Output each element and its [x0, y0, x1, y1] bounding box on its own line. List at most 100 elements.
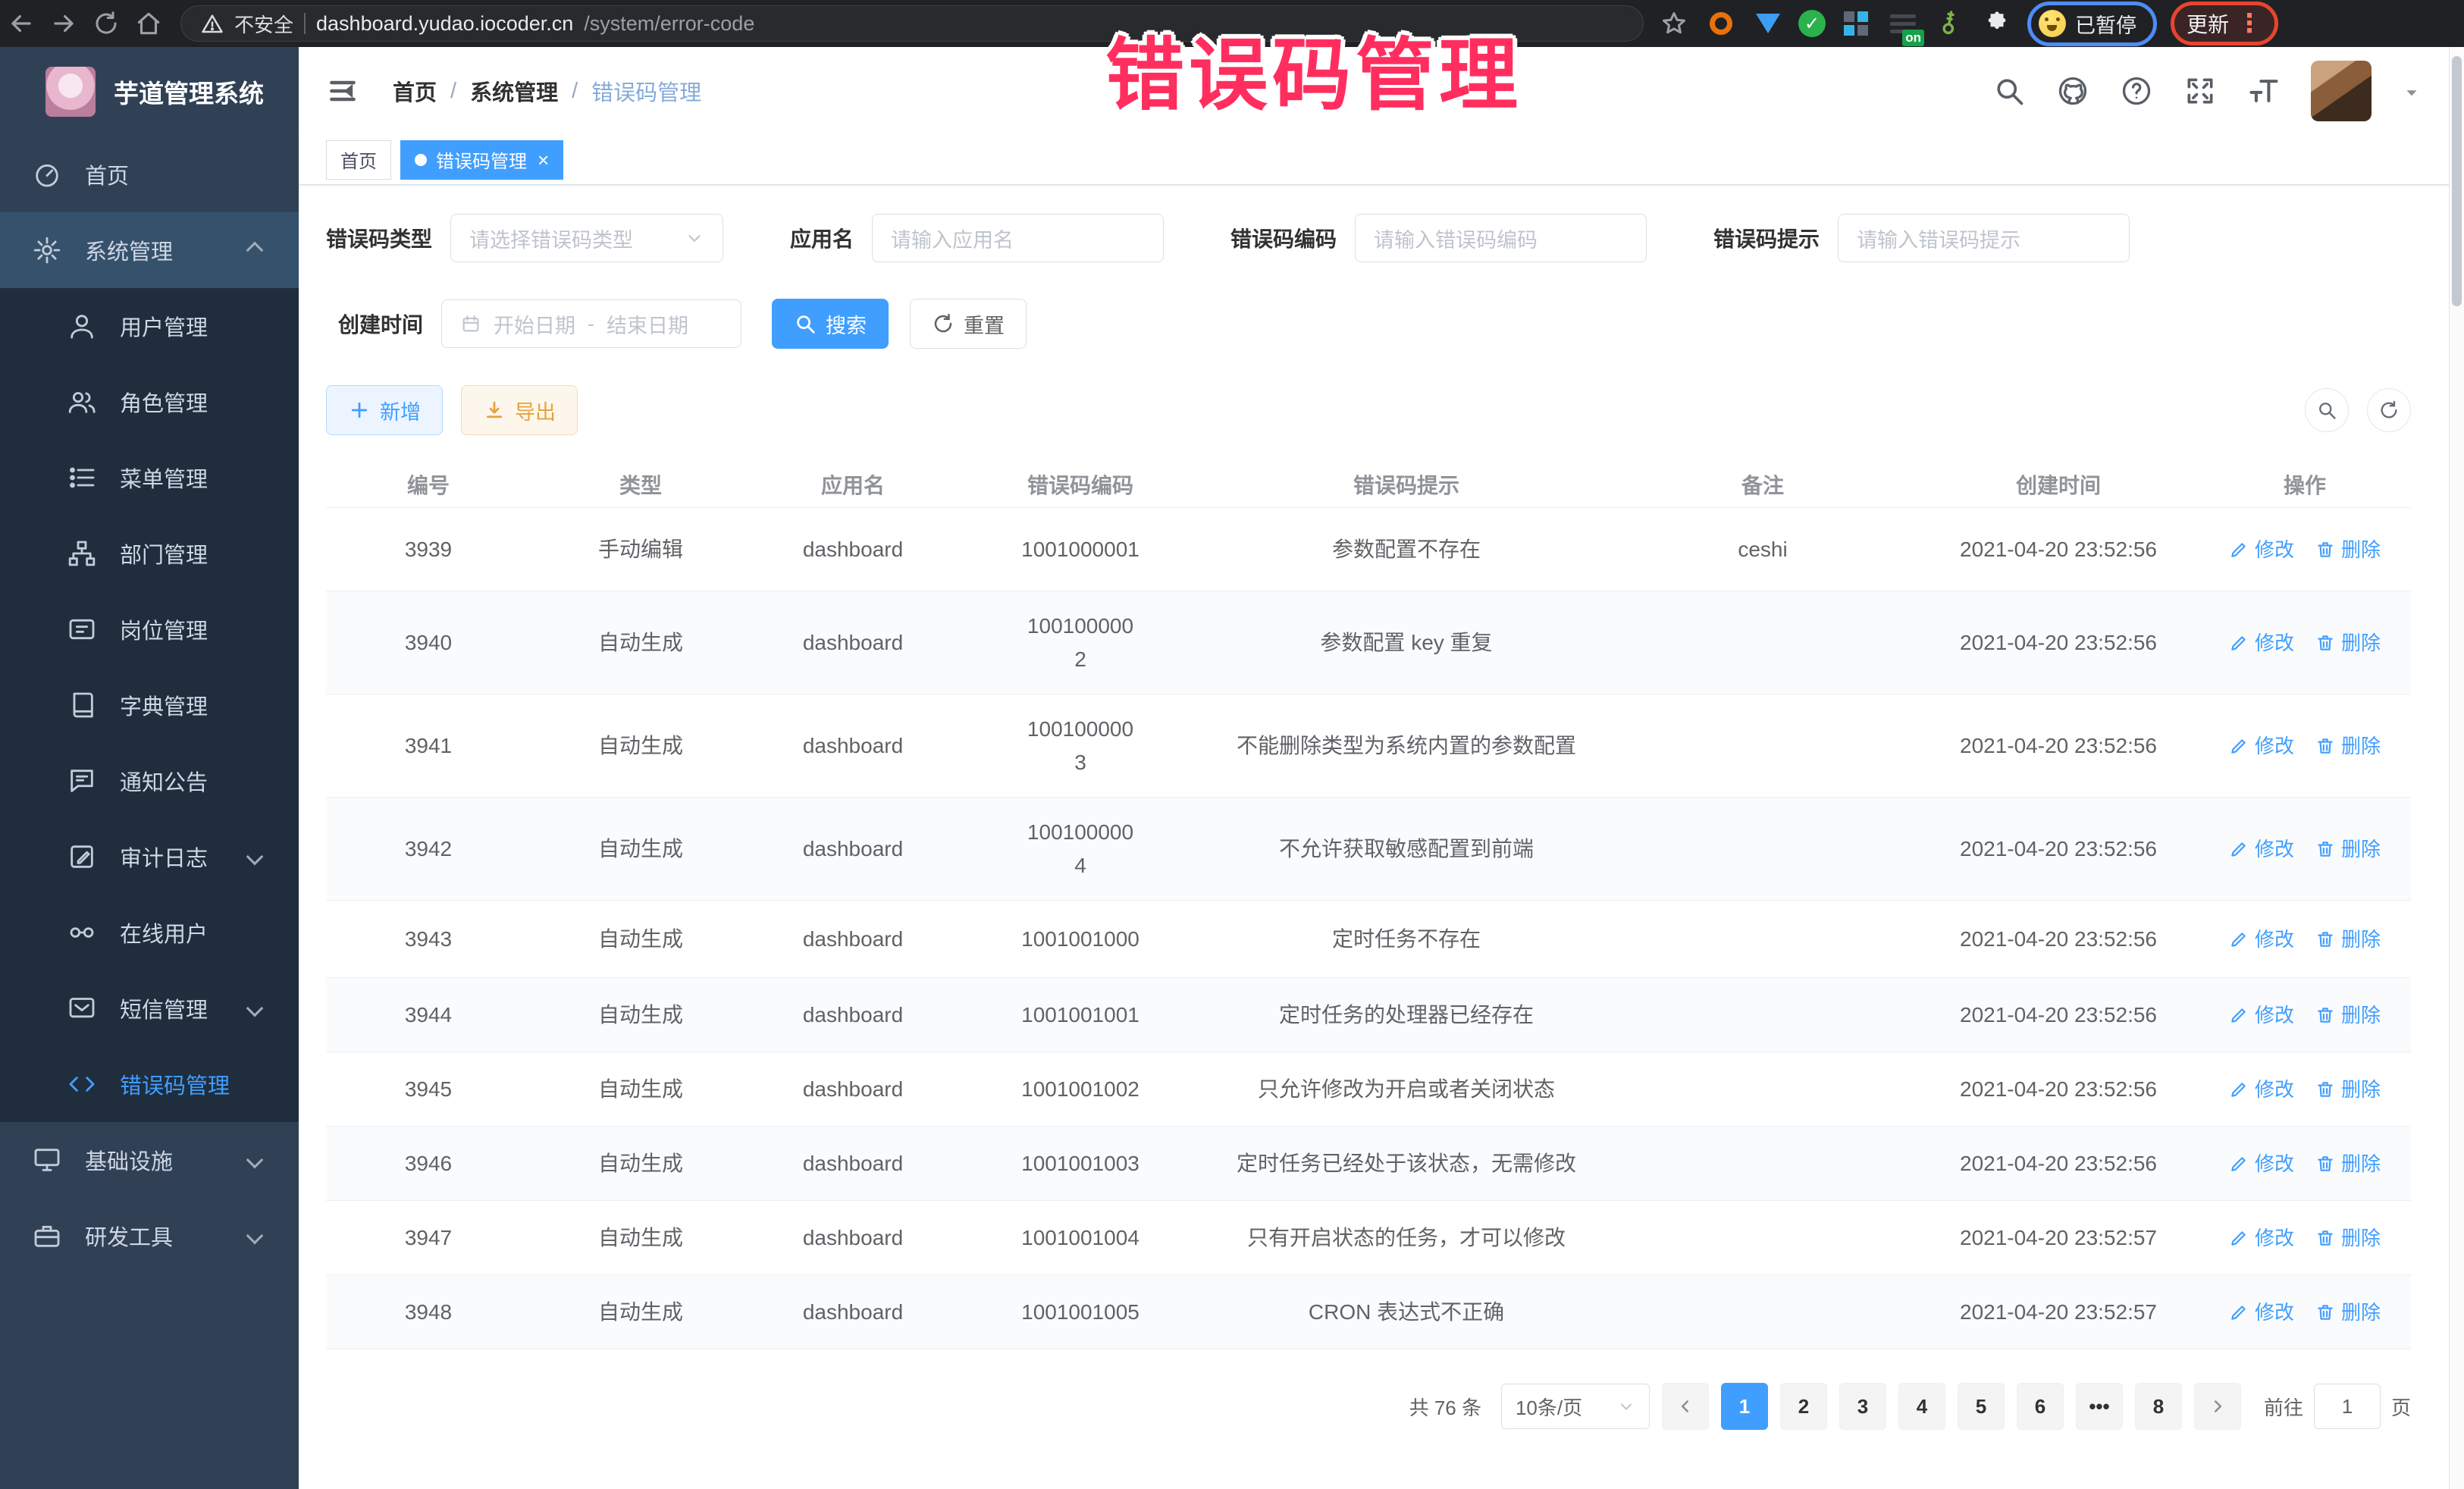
page-button-6[interactable]: 6: [2017, 1383, 2064, 1430]
sidebar-item-menu-list[interactable]: 菜单管理: [0, 440, 299, 516]
search-icon[interactable]: [1992, 74, 2026, 108]
page-button-5[interactable]: 5: [1958, 1383, 2005, 1430]
prev-page-button[interactable]: [1662, 1383, 1709, 1430]
page-button-4[interactable]: 4: [1898, 1383, 1945, 1430]
sidebar-item-sms[interactable]: 短信管理: [0, 970, 299, 1046]
table-row[interactable]: 3943自动生成dashboard1001001000定时任务不存在2021-0…: [326, 901, 2411, 978]
goto-page-input[interactable]: 1: [2314, 1384, 2381, 1429]
hamburger-icon[interactable]: [326, 74, 359, 108]
extension-key-icon[interactable]: [1926, 0, 1973, 46]
page-button-1[interactable]: 1: [1721, 1383, 1768, 1430]
date-range-picker[interactable]: 开始日期 - 结束日期: [441, 299, 741, 348]
github-icon[interactable]: [2056, 74, 2089, 108]
page-button-2[interactable]: 2: [1780, 1383, 1827, 1430]
page-button-3[interactable]: 3: [1839, 1383, 1886, 1430]
sidebar-item-dashboard[interactable]: 首页: [0, 136, 299, 212]
edit-link[interactable]: 修改: [2229, 1296, 2294, 1329]
table-row[interactable]: 3945自动生成dashboard1001001002只允许修改为开启或者关闭状…: [326, 1052, 2411, 1127]
table-row[interactable]: 3942自动生成dashboard1001000004不允许获取敏感配置到前端2…: [326, 798, 2411, 901]
browser-menu-icon[interactable]: ⋮: [2237, 11, 2262, 36]
delete-link[interactable]: 删除: [2315, 1073, 2381, 1106]
sidebar-item-roles[interactable]: 角色管理: [0, 364, 299, 440]
profile-paused-badge[interactable]: 已暂停: [2027, 2, 2157, 46]
error-hint-input[interactable]: 请输入错误码提示: [1838, 214, 2130, 262]
delete-link[interactable]: 删除: [2315, 1296, 2381, 1329]
sidebar-item-online-user[interactable]: 在线用户: [0, 895, 299, 970]
edit-link[interactable]: 修改: [2229, 923, 2294, 956]
refresh-table-button[interactable]: [2367, 388, 2411, 432]
extensions-puzzle-icon[interactable]: [1980, 7, 2014, 40]
scrollbar-thumb[interactable]: [2452, 56, 2462, 306]
page-ellipsis-button[interactable]: •••: [2076, 1383, 2123, 1430]
breadcrumb-item[interactable]: 系统管理: [470, 75, 558, 107]
delete-link[interactable]: 删除: [2315, 729, 2381, 763]
delete-link[interactable]: 删除: [2315, 832, 2381, 866]
delete-link[interactable]: 删除: [2315, 998, 2381, 1032]
search-button[interactable]: 搜索: [772, 299, 889, 349]
table-row[interactable]: 3941自动生成dashboard1001000003不能删除类型为系统内置的参…: [326, 694, 2411, 798]
extension-green-check-icon[interactable]: ✓: [1798, 10, 1826, 37]
sidebar-item-department[interactable]: 部门管理: [0, 516, 299, 591]
extension-orange-ring-icon[interactable]: [1704, 7, 1738, 40]
table-row[interactable]: 3947自动生成dashboard1001001004只有开启状态的任务，才可以…: [326, 1201, 2411, 1275]
toggle-search-button[interactable]: [2305, 388, 2349, 432]
next-page-button[interactable]: [2194, 1383, 2241, 1430]
sidebar-item-post[interactable]: 岗位管理: [0, 591, 299, 667]
edit-link[interactable]: 修改: [2229, 998, 2294, 1032]
app-name-input[interactable]: 请输入应用名: [872, 214, 1164, 262]
edit-link[interactable]: 修改: [2229, 1073, 2294, 1106]
extension-list-icon[interactable]: on: [1886, 7, 1920, 40]
font-size-icon[interactable]: [2247, 74, 2281, 108]
edit-link[interactable]: 修改: [2229, 626, 2294, 660]
delete-link[interactable]: 删除: [2315, 626, 2381, 660]
browser-scrollbar[interactable]: [2449, 47, 2464, 1489]
edit-link[interactable]: 修改: [2229, 1147, 2294, 1180]
sidebar-item-infrastructure[interactable]: 基础设施: [0, 1122, 299, 1198]
table-row[interactable]: 3946自动生成dashboard1001001003定时任务已经处于该状态，无…: [326, 1127, 2411, 1201]
edit-link[interactable]: 修改: [2229, 1221, 2294, 1255]
extension-gem-icon[interactable]: [1751, 7, 1785, 40]
table-row[interactable]: 3940自动生成dashboard1001000002参数配置 key 重复20…: [326, 591, 2411, 694]
browser-back-icon[interactable]: [0, 2, 42, 45]
table-row[interactable]: 3944自动生成dashboard1001001001定时任务的处理器已经存在2…: [326, 978, 2411, 1052]
help-icon[interactable]: [2120, 74, 2153, 108]
bookmark-star-icon[interactable]: [1657, 7, 1691, 40]
edit-link[interactable]: 修改: [2229, 832, 2294, 866]
sidebar-item-notice[interactable]: 通知公告: [0, 743, 299, 819]
page-button-8[interactable]: 8: [2135, 1383, 2182, 1430]
edit-link[interactable]: 修改: [2229, 729, 2294, 763]
user-avatar[interactable]: [2311, 61, 2372, 121]
fullscreen-icon[interactable]: [2183, 74, 2217, 108]
page-size-select[interactable]: 10条/页: [1501, 1384, 1650, 1429]
sidebar-item-user[interactable]: 用户管理: [0, 288, 299, 364]
close-tab-icon[interactable]: ×: [538, 150, 549, 170]
sidebar-item-error-code[interactable]: 错误码管理: [0, 1046, 299, 1122]
sidebar-item-gear[interactable]: 系统管理: [0, 212, 299, 288]
error-type-select[interactable]: 请选择错误码类型: [450, 214, 723, 262]
browser-home-icon[interactable]: [127, 2, 170, 45]
avatar-caret-down-icon[interactable]: [2402, 79, 2422, 103]
sidebar-item-audit-log[interactable]: 审计日志: [0, 819, 299, 895]
tab-active-view[interactable]: 错误码管理×: [400, 140, 563, 180]
breadcrumb-item[interactable]: 首页: [393, 75, 437, 107]
delete-link[interactable]: 删除: [2315, 1221, 2381, 1255]
browser-reload-icon[interactable]: [85, 2, 127, 45]
app-logo-row[interactable]: 芋道管理系统: [0, 47, 299, 136]
delete-link[interactable]: 删除: [2315, 533, 2381, 566]
edit-link[interactable]: 修改: [2229, 533, 2294, 566]
sidebar-item-dict[interactable]: 字典管理: [0, 667, 299, 743]
delete-link[interactable]: 删除: [2315, 923, 2381, 956]
error-code-input[interactable]: 请输入错误码编码: [1355, 214, 1647, 262]
delete-link[interactable]: 删除: [2315, 1147, 2381, 1180]
add-button[interactable]: 新增: [326, 385, 443, 435]
tab-view[interactable]: 首页: [326, 140, 391, 180]
browser-update-button[interactable]: 更新 ⋮: [2171, 2, 2278, 45]
sidebar-item-devtools[interactable]: 研发工具: [0, 1198, 299, 1274]
security-label[interactable]: 不安全: [234, 10, 293, 38]
browser-forward-icon[interactable]: [42, 2, 85, 45]
extension-grid-icon[interactable]: [1839, 7, 1873, 40]
export-button[interactable]: 导出: [461, 385, 578, 435]
table-row[interactable]: 3939手动编辑dashboard1001000001参数配置不存在ceshi2…: [326, 508, 2411, 591]
table-row[interactable]: 3948自动生成dashboard1001001005CRON 表达式不正确20…: [326, 1275, 2411, 1350]
reset-button[interactable]: 重置: [910, 299, 1027, 349]
